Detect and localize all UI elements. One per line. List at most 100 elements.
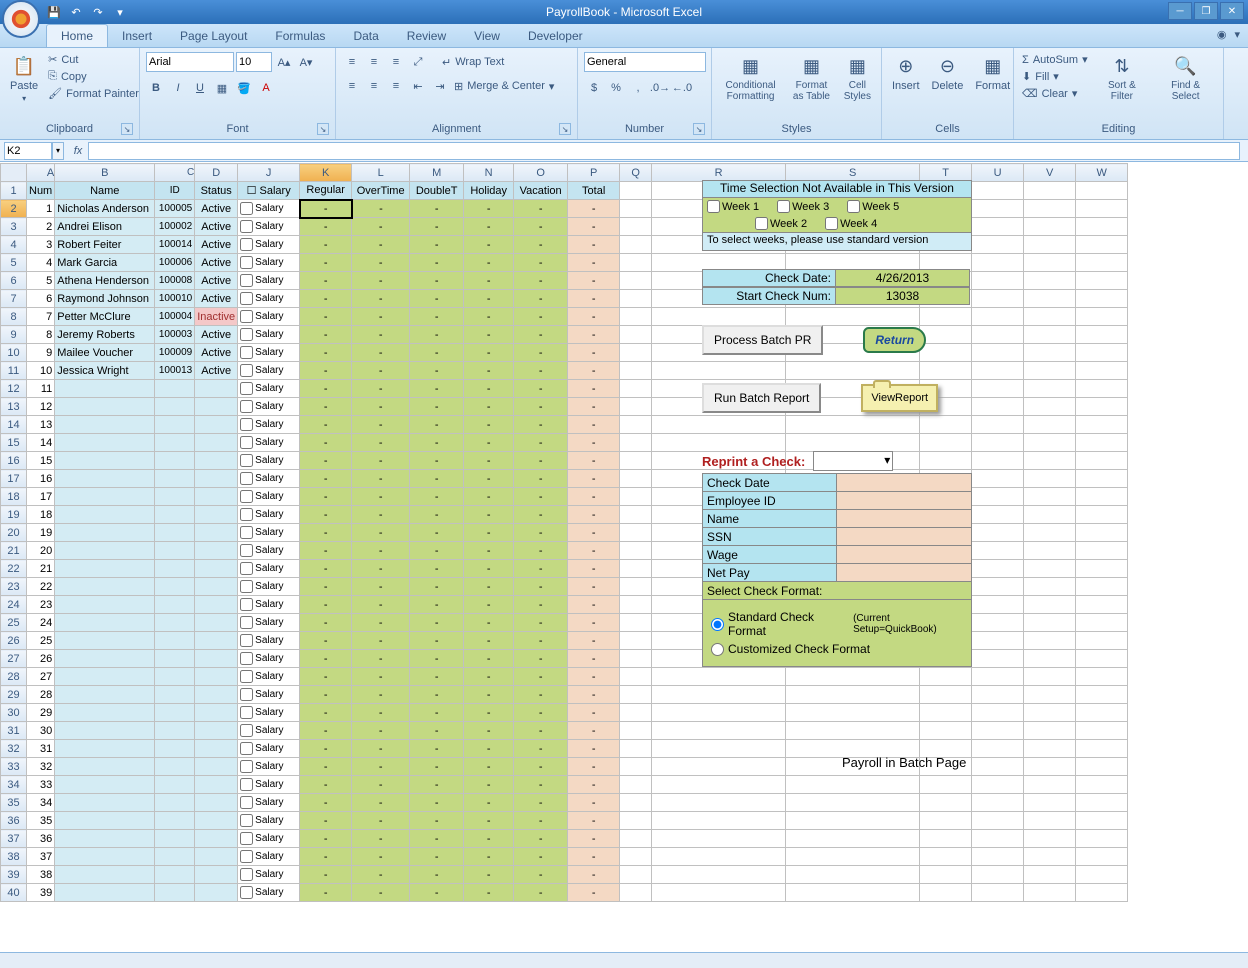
row-header[interactable]: 30 <box>1 704 27 722</box>
fx-icon[interactable]: fx <box>68 142 88 160</box>
cell[interactable] <box>1076 542 1128 560</box>
cell[interactable] <box>155 398 195 416</box>
cell[interactable]: - <box>568 866 620 884</box>
cell[interactable] <box>972 668 1024 686</box>
col-header-T[interactable]: T <box>920 164 972 182</box>
cell[interactable] <box>972 812 1024 830</box>
cell[interactable] <box>652 812 786 830</box>
view-report-button[interactable]: ViewReport <box>861 384 938 412</box>
cell[interactable] <box>155 830 195 848</box>
align-middle-icon[interactable]: ≡ <box>364 52 384 72</box>
cell[interactable] <box>195 668 238 686</box>
cell[interactable] <box>652 866 786 884</box>
cell[interactable] <box>1024 686 1076 704</box>
salary-checkbox-cell[interactable]: Salary <box>238 776 300 794</box>
cell[interactable]: - <box>464 290 514 308</box>
cell[interactable]: 31 <box>27 740 55 758</box>
cell[interactable]: - <box>464 578 514 596</box>
increase-decimal-icon[interactable]: .0→ <box>650 78 670 98</box>
cell[interactable] <box>1076 398 1128 416</box>
cell[interactable] <box>620 398 652 416</box>
cell[interactable]: - <box>514 830 568 848</box>
cell[interactable] <box>786 866 920 884</box>
cell[interactable]: - <box>514 308 568 326</box>
tab-review[interactable]: Review <box>393 25 460 47</box>
cell[interactable]: - <box>464 614 514 632</box>
cell[interactable] <box>55 866 155 884</box>
cell[interactable]: - <box>514 416 568 434</box>
salary-checkbox-cell[interactable]: Salary <box>238 470 300 488</box>
cell[interactable] <box>972 344 1024 362</box>
cell[interactable]: - <box>352 308 410 326</box>
cell[interactable] <box>620 326 652 344</box>
cell[interactable]: Athena Henderson <box>55 272 155 290</box>
col-header-U[interactable]: U <box>972 164 1024 182</box>
cell[interactable]: - <box>300 830 352 848</box>
cell[interactable]: - <box>352 812 410 830</box>
cell[interactable]: - <box>568 344 620 362</box>
cell[interactable]: - <box>410 254 464 272</box>
cell[interactable]: - <box>300 668 352 686</box>
cell[interactable] <box>972 704 1024 722</box>
cell[interactable] <box>1024 218 1076 236</box>
sort-filter-button[interactable]: ⇅Sort & Filter <box>1094 52 1151 104</box>
cell[interactable] <box>972 434 1024 452</box>
cell[interactable] <box>620 272 652 290</box>
cell[interactable] <box>620 668 652 686</box>
row-header[interactable]: 20 <box>1 524 27 542</box>
cell[interactable] <box>195 596 238 614</box>
cell[interactable]: - <box>568 236 620 254</box>
cell[interactable]: - <box>410 326 464 344</box>
row-header[interactable]: 24 <box>1 596 27 614</box>
cell[interactable] <box>972 506 1024 524</box>
horizontal-scrollbar[interactable] <box>0 952 1248 968</box>
cell[interactable] <box>155 686 195 704</box>
salary-checkbox-cell[interactable]: Salary <box>238 524 300 542</box>
cell[interactable]: - <box>352 452 410 470</box>
cell[interactable] <box>972 236 1024 254</box>
cell[interactable] <box>1076 200 1128 218</box>
cell[interactable]: 100005 <box>155 200 195 218</box>
cell[interactable] <box>55 758 155 776</box>
cell[interactable] <box>195 848 238 866</box>
save-icon[interactable]: 💾 <box>46 4 62 20</box>
cell[interactable]: - <box>352 542 410 560</box>
cell[interactable] <box>155 578 195 596</box>
cell[interactable]: - <box>352 362 410 380</box>
salary-checkbox-cell[interactable]: Salary <box>238 632 300 650</box>
format-painter-button[interactable]: 🖌Format Painter <box>46 86 141 101</box>
cell[interactable] <box>972 650 1024 668</box>
cell[interactable]: - <box>352 344 410 362</box>
cell[interactable]: - <box>568 506 620 524</box>
row-header[interactable]: 21 <box>1 542 27 560</box>
week4-checkbox[interactable]: Week 4 <box>825 217 877 230</box>
row-header[interactable]: 28 <box>1 668 27 686</box>
col-header-R[interactable]: R <box>652 164 786 182</box>
cell[interactable]: 10 <box>27 362 55 380</box>
week3-checkbox[interactable]: Week 3 <box>777 200 829 213</box>
cell[interactable] <box>1024 866 1076 884</box>
cell[interactable]: - <box>352 254 410 272</box>
cell[interactable]: 11 <box>27 380 55 398</box>
cell[interactable]: - <box>410 794 464 812</box>
cell[interactable] <box>1024 434 1076 452</box>
cell[interactable] <box>972 884 1024 902</box>
salary-checkbox-cell[interactable]: Salary <box>238 308 300 326</box>
row-header[interactable]: 36 <box>1 812 27 830</box>
cell[interactable]: 100010 <box>155 290 195 308</box>
cell[interactable] <box>652 830 786 848</box>
cell[interactable] <box>620 182 652 200</box>
cell[interactable]: - <box>410 218 464 236</box>
format-as-table-button[interactable]: ▦Format as Table <box>787 52 836 104</box>
cell[interactable]: - <box>300 524 352 542</box>
cell[interactable] <box>972 452 1024 470</box>
cell[interactable]: Raymond Johnson <box>55 290 155 308</box>
cell[interactable]: - <box>514 254 568 272</box>
row-header[interactable]: 27 <box>1 650 27 668</box>
week1-checkbox[interactable]: Week 1 <box>707 200 759 213</box>
cell[interactable]: Active <box>195 272 238 290</box>
cell[interactable] <box>155 416 195 434</box>
cell[interactable]: Jeremy Roberts <box>55 326 155 344</box>
cell[interactable]: - <box>410 578 464 596</box>
cell[interactable]: - <box>464 380 514 398</box>
